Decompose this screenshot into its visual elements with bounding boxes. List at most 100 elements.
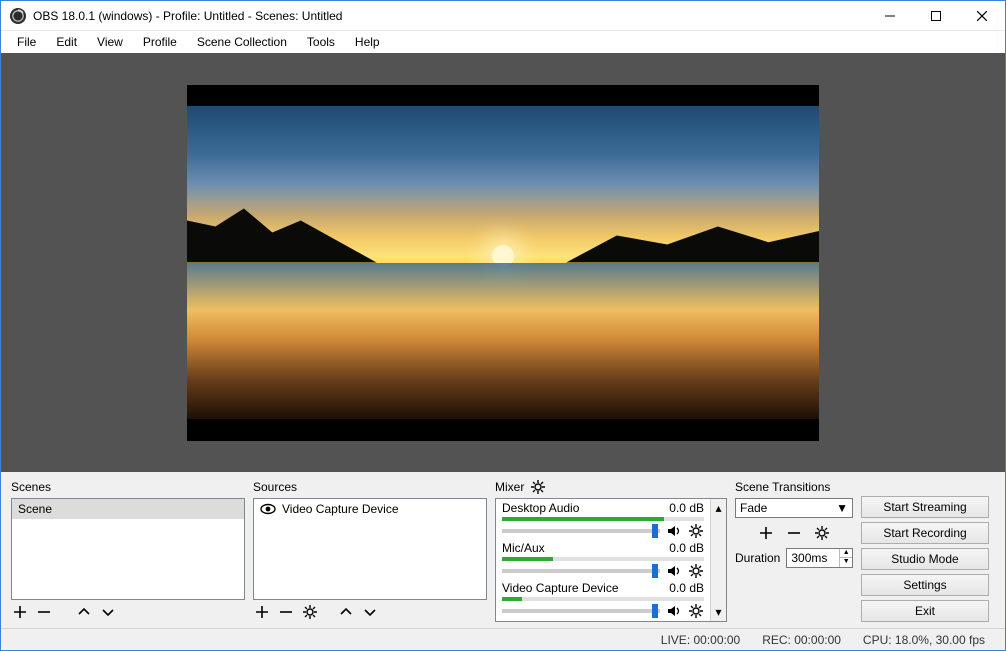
app-window: OBS 18.0.1 (windows) - Profile: Untitled… <box>0 0 1006 651</box>
gear-icon <box>689 524 703 538</box>
duration-label: Duration <box>735 551 780 565</box>
transition-add-button[interactable] <box>757 524 775 542</box>
controls-column: Start Streaming Start Recording Studio M… <box>861 478 989 622</box>
sources-list[interactable]: Video Capture Device <box>253 498 487 600</box>
menu-profile[interactable]: Profile <box>135 33 185 51</box>
transition-select[interactable]: Fade ▼ <box>735 498 853 518</box>
dropdown-icon: ▼ <box>836 501 848 515</box>
transition-properties-button[interactable] <box>813 524 831 542</box>
mixer-settings-button[interactable] <box>530 479 546 495</box>
plus-icon <box>759 526 773 540</box>
start-recording-button[interactable]: Start Recording <box>861 522 989 544</box>
mixer-meter <box>502 557 704 561</box>
menu-view[interactable]: View <box>89 33 131 51</box>
scroll-up-icon[interactable]: ▴ <box>715 501 721 515</box>
preview-area <box>1 53 1005 472</box>
source-add-button[interactable] <box>253 603 271 621</box>
scenes-footer <box>11 600 245 622</box>
exit-button[interactable]: Exit <box>861 600 989 622</box>
scenes-list[interactable]: Scene <box>11 498 245 600</box>
transitions-panel: Scene Transitions Fade ▼ Duration <box>735 478 853 622</box>
close-button[interactable] <box>959 1 1005 31</box>
plus-icon <box>13 605 27 619</box>
studio-mode-button[interactable]: Studio Mode <box>861 548 989 570</box>
mixer-mute-button[interactable] <box>666 563 682 579</box>
mixer-meter <box>502 597 704 601</box>
preview-video-content <box>187 106 819 419</box>
mixer-channel: Video Capture Device 0.0 dB <box>502 581 704 619</box>
scroll-down-icon[interactable]: ▾ <box>715 605 721 619</box>
duration-down[interactable]: ▼ <box>840 558 852 567</box>
speaker-icon <box>667 604 681 618</box>
sources-panel: Sources Video Capture Device <box>253 478 487 622</box>
chevron-down-icon <box>102 606 114 618</box>
mixer-channel-db: 0.0 dB <box>669 501 704 515</box>
duration-input[interactable] <box>787 551 839 565</box>
scene-down-button[interactable] <box>99 603 117 621</box>
scene-item[interactable]: Scene <box>12 499 244 519</box>
gear-icon <box>689 564 703 578</box>
start-streaming-button[interactable]: Start Streaming <box>861 496 989 518</box>
minimize-icon <box>885 11 895 21</box>
mixer-channel-name: Video Capture Device <box>502 581 619 595</box>
mixer-volume-slider[interactable] <box>502 609 660 613</box>
speaker-icon <box>667 564 681 578</box>
source-properties-button[interactable] <box>301 603 319 621</box>
mixer-channel-settings-button[interactable] <box>688 523 704 539</box>
mixer-channel-db: 0.0 dB <box>669 581 704 595</box>
settings-button[interactable]: Settings <box>861 574 989 596</box>
menu-scene-collection[interactable]: Scene Collection <box>189 33 295 51</box>
plus-icon <box>255 605 269 619</box>
scene-remove-button[interactable] <box>35 603 53 621</box>
minus-icon <box>279 605 293 619</box>
mixer-channel-name: Mic/Aux <box>502 541 545 555</box>
window-title: OBS 18.0.1 (windows) - Profile: Untitled… <box>33 9 867 23</box>
mixer-body: Desktop Audio 0.0 dB Mic/Aux 0.0 dB Vide… <box>495 498 727 622</box>
obs-app-icon <box>9 7 27 25</box>
mixer-meter <box>502 517 704 521</box>
duration-spinner[interactable]: ▲ ▼ <box>786 548 853 568</box>
maximize-button[interactable] <box>913 1 959 31</box>
minimize-button[interactable] <box>867 1 913 31</box>
menu-file[interactable]: File <box>9 33 44 51</box>
source-down-button[interactable] <box>361 603 379 621</box>
source-up-button[interactable] <box>337 603 355 621</box>
menu-help[interactable]: Help <box>347 33 388 51</box>
mixer-scrollbar[interactable]: ▴ ▾ <box>710 499 726 621</box>
mixer-channel-db: 0.0 dB <box>669 541 704 555</box>
mixer-panel: Mixer Desktop Audio 0.0 dB Mic/Aux 0.0 d… <box>495 478 727 622</box>
statusbar: LIVE: 00:00:00 REC: 00:00:00 CPU: 18.0%,… <box>1 628 1005 650</box>
sources-header: Sources <box>253 478 487 496</box>
close-icon <box>977 11 987 21</box>
menu-edit[interactable]: Edit <box>48 33 85 51</box>
scene-up-button[interactable] <box>75 603 93 621</box>
preview-canvas[interactable] <box>187 85 819 441</box>
mixer-header-label: Mixer <box>495 480 524 494</box>
source-remove-button[interactable] <box>277 603 295 621</box>
source-item-label: Video Capture Device <box>282 502 399 516</box>
titlebar: OBS 18.0.1 (windows) - Profile: Untitled… <box>1 1 1005 31</box>
scenes-panel: Scenes Scene <box>11 478 245 622</box>
eye-icon[interactable] <box>260 503 276 515</box>
status-live: LIVE: 00:00:00 <box>661 633 740 647</box>
lower-panels: Scenes Scene Sources Video Capture Devic… <box>1 472 1005 628</box>
status-cpu: CPU: 18.0%, 30.00 fps <box>863 633 985 647</box>
menu-tools[interactable]: Tools <box>299 33 343 51</box>
gear-icon <box>689 604 703 618</box>
mixer-channel-settings-button[interactable] <box>688 603 704 619</box>
transition-remove-button[interactable] <box>785 524 803 542</box>
scene-add-button[interactable] <box>11 603 29 621</box>
minus-icon <box>37 605 51 619</box>
transitions-header: Scene Transitions <box>735 478 853 496</box>
mixer-mute-button[interactable] <box>666 603 682 619</box>
chevron-down-icon <box>364 606 376 618</box>
transition-selected: Fade <box>740 501 767 515</box>
mixer-channel: Mic/Aux 0.0 dB <box>502 541 704 579</box>
mixer-mute-button[interactable] <box>666 523 682 539</box>
maximize-icon <box>931 11 941 21</box>
mixer-volume-slider[interactable] <box>502 569 660 573</box>
source-item[interactable]: Video Capture Device <box>254 499 486 519</box>
mixer-channel-settings-button[interactable] <box>688 563 704 579</box>
duration-up[interactable]: ▲ <box>840 549 852 558</box>
mixer-volume-slider[interactable] <box>502 529 660 533</box>
